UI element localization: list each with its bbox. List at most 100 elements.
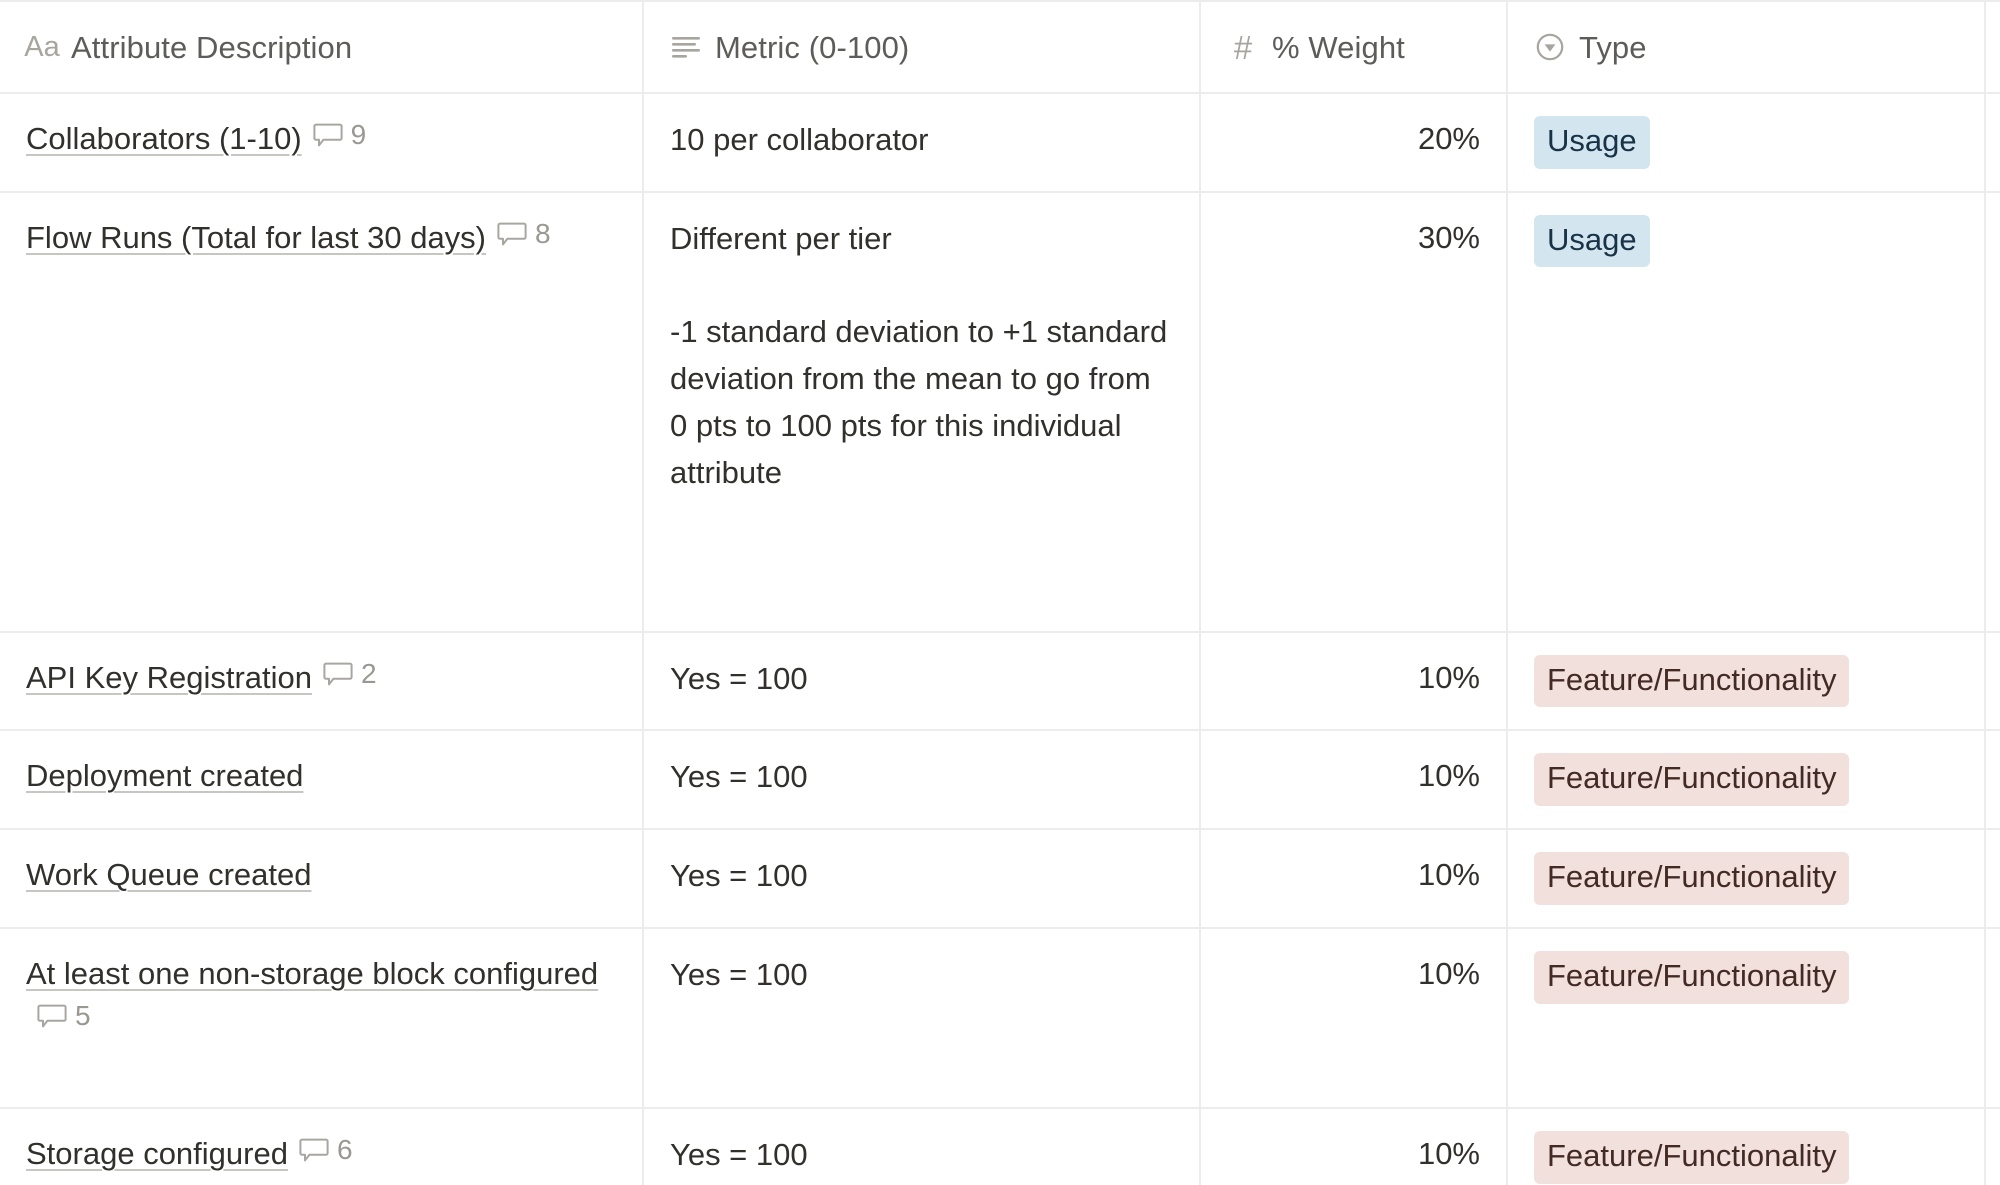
table-row[interactable]: Work Queue created Yes = 100 10% Feature…: [0, 829, 2000, 929]
cell-type[interactable]: Feature/Functionality: [1507, 927, 1986, 1109]
cell-weight[interactable]: 20%: [1200, 93, 1508, 193]
weight-value: 10%: [1417, 1135, 1480, 1171]
metric-paragraph: Yes = 100: [670, 1136, 808, 1172]
table-row[interactable]: Flow Runs (Total for last 30 days) 8 Diff…: [0, 191, 2000, 633]
multiline-text-icon: [670, 31, 702, 63]
column-header-metric[interactable]: Metric (0-100): [643, 1, 1201, 94]
comment-count: 5: [75, 1000, 91, 1032]
row-title[interactable]: Collaborators (1-10): [26, 121, 302, 156]
cell-metric[interactable]: Yes = 100: [643, 631, 1201, 732]
metric-paragraph: Yes = 100: [670, 956, 808, 992]
cell-type[interactable]: Usage: [1507, 93, 1986, 193]
comment-indicator[interactable]: 6: [299, 1133, 353, 1165]
table-row[interactable]: Deployment created Yes = 100 10% Feature…: [0, 730, 2000, 831]
row-title[interactable]: Deployment created: [26, 758, 303, 793]
table-row[interactable]: API Key Registration 2 Yes = 100 10% Feat…: [0, 631, 2000, 732]
cell-weight[interactable]: 10%: [1200, 631, 1508, 732]
cell-type[interactable]: Feature/Functionality: [1507, 829, 1986, 929]
cell-metric[interactable]: Yes = 100: [643, 1107, 1201, 1185]
metric-paragraph: Different per tier: [670, 220, 892, 256]
column-header-type[interactable]: Type: [1507, 1, 1986, 94]
cell-metric[interactable]: Yes = 100: [643, 730, 1201, 831]
cell-attribute-description[interactable]: Storage configured 6: [0, 1107, 644, 1185]
type-badge: Usage: [1534, 116, 1650, 169]
cell-metric[interactable]: Different per tier -1 standard deviation…: [643, 191, 1201, 633]
comment-count: 9: [350, 119, 367, 150]
comment-count: 6: [336, 1133, 353, 1165]
comment-bubble-icon: [323, 662, 353, 686]
comment-indicator[interactable]: 9: [313, 119, 367, 150]
comment-bubble-icon: [37, 1004, 67, 1028]
type-badge: Feature/Functionality: [1534, 654, 1850, 708]
table-row[interactable]: Storage configured 6 Yes = 100 10% Featur…: [0, 1107, 2000, 1185]
metric-paragraph: Yes = 100: [670, 759, 808, 795]
cell-weight[interactable]: 10%: [1200, 927, 1508, 1109]
cell-spacer: [1985, 191, 2000, 633]
column-header-spacer: [1985, 1, 2000, 94]
type-badge: Feature/Functionality: [1534, 950, 1850, 1004]
cell-weight[interactable]: 30%: [1200, 191, 1508, 633]
weight-value: 20%: [1417, 121, 1480, 156]
cell-metric[interactable]: Yes = 100: [643, 829, 1201, 929]
column-header-weight[interactable]: # % Weight: [1200, 1, 1508, 94]
select-chevron-circle-icon: [1534, 31, 1566, 63]
cell-type[interactable]: Feature/Functionality: [1507, 730, 1986, 831]
column-header-attribute-description[interactable]: Aa Attribute Description: [0, 1, 644, 94]
cell-type[interactable]: Feature/Functionality: [1507, 1107, 1986, 1185]
comment-count: 2: [361, 657, 377, 689]
cell-attribute-description[interactable]: Deployment created: [0, 730, 644, 831]
table-row[interactable]: Collaborators (1-10) 9 10 per collaborato…: [0, 93, 2000, 193]
cell-spacer: [1985, 829, 2000, 929]
column-header-label: Metric (0-100): [715, 29, 910, 65]
cell-type[interactable]: Usage: [1507, 191, 1986, 633]
weight-value: 10%: [1417, 955, 1480, 991]
row-title[interactable]: Work Queue created: [26, 857, 311, 892]
comment-bubble-icon: [313, 123, 343, 147]
type-badge: Feature/Functionality: [1534, 753, 1850, 807]
column-header-label: % Weight: [1272, 29, 1405, 65]
cell-attribute-description[interactable]: At least one non-storage block configure…: [0, 927, 644, 1109]
cell-weight[interactable]: 10%: [1200, 730, 1508, 831]
cell-attribute-description[interactable]: API Key Registration 2: [0, 631, 644, 732]
comment-bubble-icon: [497, 222, 527, 246]
type-badge: Feature/Functionality: [1534, 1130, 1850, 1184]
metric-paragraph: Yes = 100: [670, 858, 808, 894]
row-title[interactable]: API Key Registration: [26, 660, 312, 695]
cell-metric[interactable]: Yes = 100: [643, 927, 1201, 1109]
cell-attribute-description[interactable]: Flow Runs (Total for last 30 days) 8: [0, 191, 644, 633]
cell-attribute-description[interactable]: Work Queue created: [0, 829, 644, 929]
table-body: Collaborators (1-10) 9 10 per collaborato…: [0, 93, 2000, 1185]
row-title[interactable]: Storage configured: [26, 1136, 288, 1171]
number-hash-icon: #: [1233, 28, 1253, 66]
comment-indicator[interactable]: 8: [497, 217, 551, 249]
comment-count: 8: [535, 217, 551, 249]
cell-type[interactable]: Feature/Functionality: [1507, 631, 1986, 732]
table-header-row: Aa Attribute Description Metric (0-100) …: [0, 1, 2000, 94]
metric-paragraph: 10 per collaborator: [670, 122, 929, 157]
weight-value: 10%: [1417, 857, 1480, 893]
column-header-label: Type: [1579, 29, 1647, 65]
column-header-label: Attribute Description: [71, 29, 353, 65]
cell-spacer: [1985, 631, 2000, 732]
table-row[interactable]: At least one non-storage block configure…: [0, 927, 2000, 1109]
weight-value: 10%: [1417, 758, 1480, 794]
type-badge: Feature/Functionality: [1534, 852, 1850, 905]
comment-indicator[interactable]: 5: [37, 1002, 91, 1030]
cell-spacer: [1985, 927, 2000, 1109]
metric-paragraph: -1 standard deviation to +1 standard dev…: [670, 313, 1168, 491]
cell-metric[interactable]: 10 per collaborator: [643, 93, 1201, 193]
cell-weight[interactable]: 10%: [1200, 829, 1508, 929]
cell-attribute-description[interactable]: Collaborators (1-10) 9: [0, 93, 644, 193]
type-badge: Usage: [1534, 214, 1650, 268]
text-aa-icon: Aa: [24, 30, 60, 63]
metric-paragraph: Yes = 100: [670, 660, 808, 696]
comment-bubble-icon: [299, 1138, 329, 1162]
comment-indicator[interactable]: 2: [323, 657, 377, 689]
cell-weight[interactable]: 10%: [1200, 1107, 1508, 1185]
cell-spacer: [1985, 1107, 2000, 1185]
database-table-view: Aa Attribute Description Metric (0-100) …: [0, 0, 2000, 1185]
row-title[interactable]: Flow Runs (Total for last 30 days): [26, 220, 486, 255]
cell-spacer: [1985, 93, 2000, 193]
cell-spacer: [1985, 730, 2000, 831]
row-title[interactable]: At least one non-storage block configure…: [26, 956, 598, 991]
